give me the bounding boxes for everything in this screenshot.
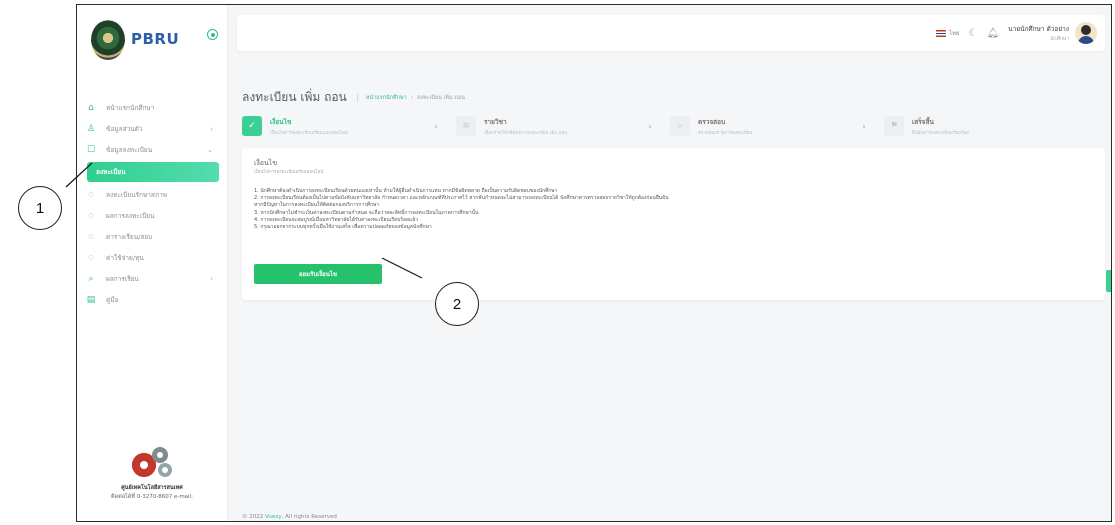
callout-1: 1 [18, 186, 62, 230]
callout-2: 2 [435, 282, 479, 326]
callout-lines [65, 162, 423, 279]
